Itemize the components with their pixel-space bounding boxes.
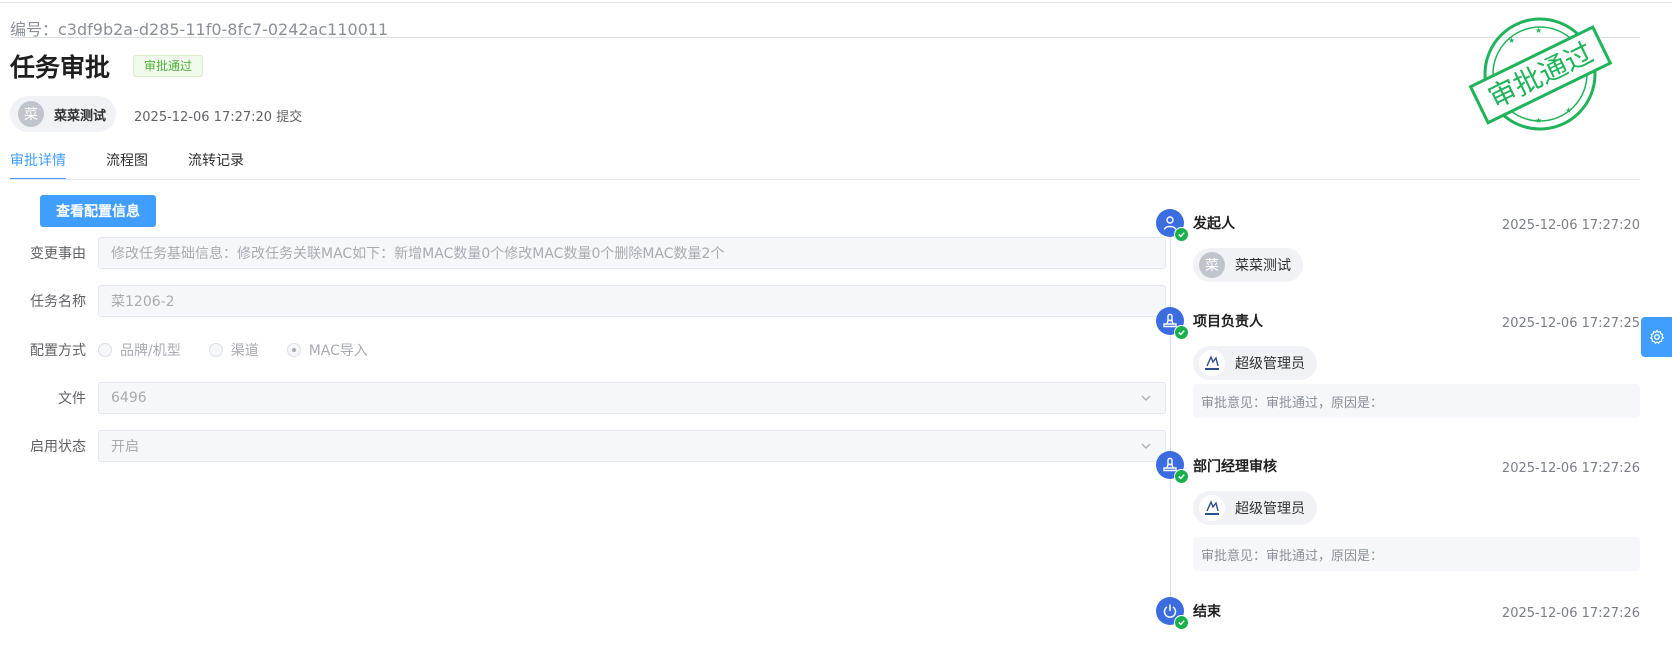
task-name-input[interactable]: 菜1206-2: [98, 285, 1166, 317]
submitter-name: 菜菜测试: [54, 108, 107, 124]
file-select[interactable]: 6496: [98, 382, 1166, 414]
radio-label: 品牌/机型: [120, 343, 181, 359]
radio-brand-model[interactable]: 品牌/机型: [98, 340, 181, 360]
radio-circle: [98, 343, 112, 357]
timeline-node-end: [1156, 597, 1189, 630]
tab-flow-chart[interactable]: 流程图: [106, 150, 148, 180]
timeline-node-project-lead: [1156, 307, 1189, 340]
avatar: 菜: [1199, 252, 1225, 278]
timeline-time: 2025-12-06 17:27:25: [1501, 316, 1640, 331]
page-title: 任务审批: [10, 53, 111, 82]
svg-text:★: ★: [1508, 36, 1515, 45]
enable-status-value: 开启: [111, 439, 139, 455]
timeline-node-initiator: [1156, 209, 1189, 242]
header-divider: [10, 37, 1640, 38]
view-config-button[interactable]: 查看配置信息: [40, 195, 156, 227]
form-row-file: 文件 6496: [10, 382, 1166, 414]
tab-transfer-records[interactable]: 流转记录: [188, 150, 244, 180]
config-mode-label: 配置方式: [30, 343, 86, 359]
tabs-divider: [10, 179, 1640, 180]
approved-stamp-icon: ★ ★ ★ ★ ★ ★ 审批通过: [1468, 17, 1613, 131]
task-name-value: 菜1206-2: [111, 294, 175, 310]
approval-opinion: 审批意见：审批通过，原因是：: [1193, 384, 1640, 418]
approval-opinion: 审批意见：审批通过，原因是：: [1193, 537, 1640, 571]
top-border: [0, 2, 1672, 3]
form-row-enable-status: 启用状态 开启: [10, 430, 1166, 462]
config-mode-radio-group: 品牌/机型 渠道 MAC导入: [98, 340, 396, 360]
avatar: 菜: [18, 101, 44, 127]
check-icon: [1174, 227, 1189, 242]
timeline-title: 部门经理审核: [1193, 459, 1277, 475]
timeline-time: 2025-12-06 17:27:26: [1501, 461, 1640, 476]
timeline-user-name: 超级管理员: [1235, 356, 1305, 372]
svg-text:★: ★: [1565, 106, 1572, 115]
tab-approval-details[interactable]: 审批详情: [10, 150, 66, 180]
submitter-chip: 菜 菜菜测试: [10, 96, 117, 132]
enable-status-select[interactable]: 开启: [98, 430, 1166, 462]
gear-icon: [1649, 329, 1664, 345]
company-logo-icon: [1199, 495, 1225, 521]
radio-label: MAC导入: [308, 343, 368, 359]
timeline-title: 结束: [1193, 604, 1221, 620]
task-name-label: 任务名称: [30, 294, 86, 310]
radio-circle: [208, 343, 223, 357]
check-icon: [1174, 325, 1189, 340]
timeline-time: 2025-12-06 17:27:26: [1501, 606, 1640, 621]
timeline-title: 项目负责人: [1193, 314, 1263, 330]
file-value: 6496: [111, 390, 147, 406]
company-logo-icon: [1199, 350, 1225, 376]
status-badge: 审批通过: [133, 55, 204, 77]
timeline-user-chip: 菜 菜菜测试: [1193, 248, 1303, 282]
timeline-user-name: 菜菜测试: [1235, 258, 1291, 274]
radio-mac-import[interactable]: MAC导入: [286, 340, 368, 360]
timeline-time: 2025-12-06 17:27:20: [1501, 218, 1640, 233]
timeline-line: [1170, 226, 1171, 612]
check-icon: [1174, 615, 1189, 630]
timeline-user-name: 超级管理员: [1235, 501, 1305, 517]
radio-circle: [286, 343, 301, 357]
form-row-change-reason: 变更事由 修改任务基础信息：修改任务关联MAC如下：新增MAC数量0个修改MAC…: [10, 237, 1166, 269]
timeline-user-chip: 超级管理员: [1193, 346, 1317, 380]
check-icon: [1174, 469, 1189, 484]
form-row-config-mode: 配置方式 品牌/机型 渠道 MAC导入: [10, 334, 1166, 366]
radio-label: 渠道: [230, 343, 259, 359]
tab-bar: 审批详情 流程图 流转记录: [10, 150, 284, 180]
chevron-down-icon: [1141, 395, 1151, 401]
svg-text:★: ★: [1535, 26, 1542, 35]
radio-channel[interactable]: 渠道: [208, 340, 259, 360]
enable-status-label: 启用状态: [30, 439, 86, 455]
settings-button[interactable]: [1641, 317, 1672, 357]
timeline-user-chip: 超级管理员: [1193, 491, 1317, 525]
change-reason-value: 修改任务基础信息：修改任务关联MAC如下：新增MAC数量0个修改MAC数量0个删…: [111, 246, 725, 262]
svg-text:★: ★: [1535, 116, 1542, 125]
chevron-down-icon: [1141, 443, 1151, 449]
change-reason-label: 变更事由: [30, 246, 86, 262]
change-reason-input[interactable]: 修改任务基础信息：修改任务关联MAC如下：新增MAC数量0个修改MAC数量0个删…: [98, 237, 1166, 269]
form-row-task-name: 任务名称 菜1206-2: [10, 285, 1166, 317]
submit-time: 2025-12-06 17:27:20 提交: [134, 110, 303, 125]
timeline-node-dept-manager: [1156, 451, 1189, 484]
file-label: 文件: [58, 391, 86, 407]
timeline-title: 发起人: [1193, 216, 1235, 232]
